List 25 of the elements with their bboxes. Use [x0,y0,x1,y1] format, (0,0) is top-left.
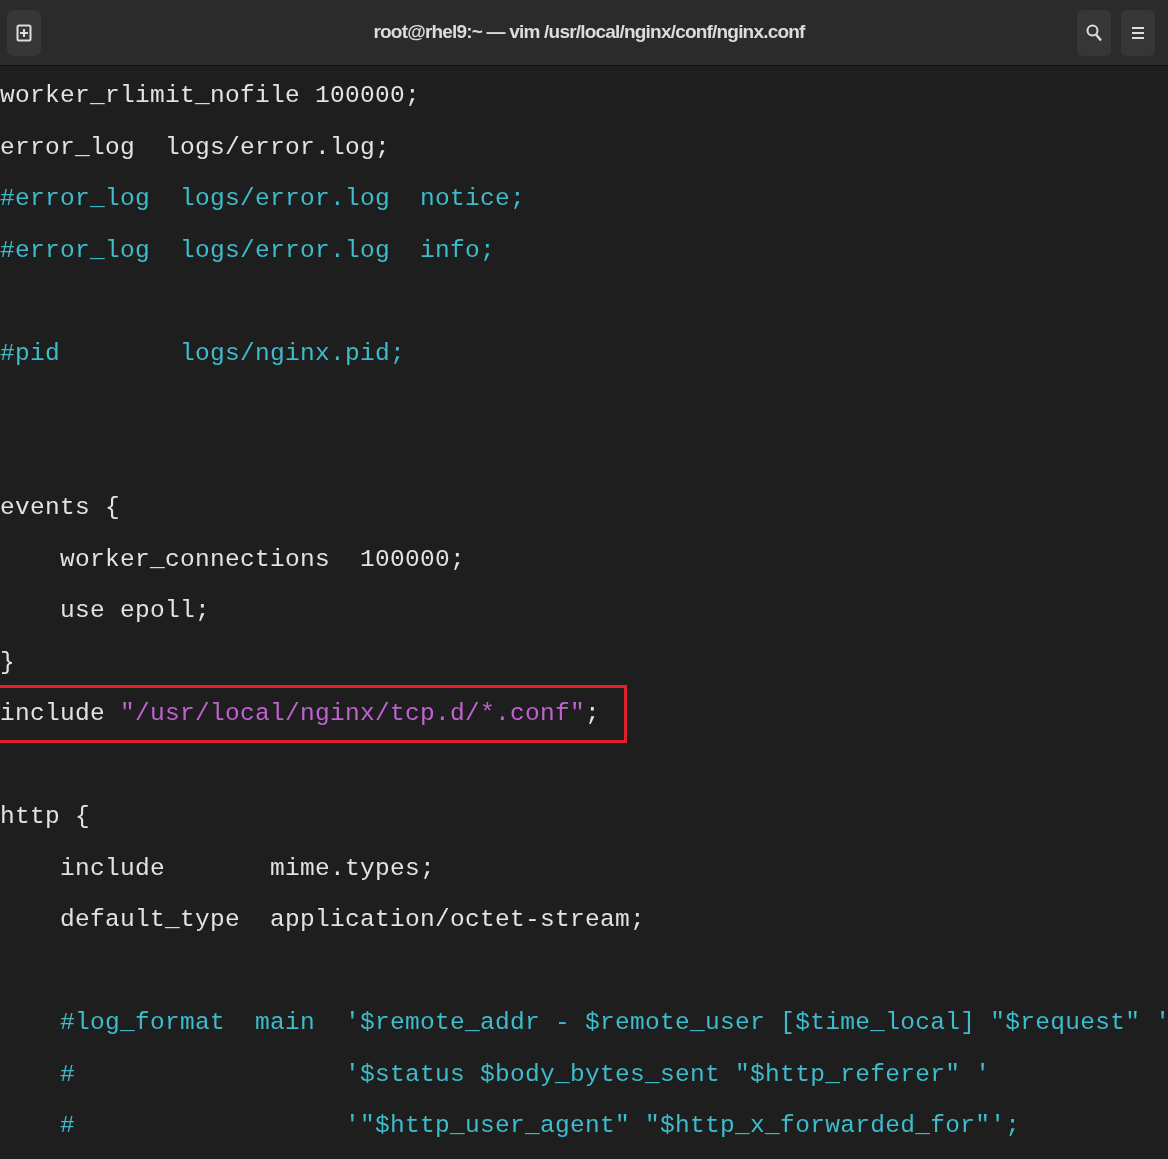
search-button[interactable] [1077,9,1111,56]
code-text: worker_rlimit_nofile 100000; [0,81,421,111]
code-text: use epoll; [59,596,211,626]
code-comment: #error_log logs/error.log info; [0,235,496,266]
code-comment: # '"$http_user_agent" "$http_x_forwarded_for"'; [59,1111,1021,1141]
code-text: worker_connections 100000; [59,544,466,575]
window-title: root@rhel9:~ — vim /usr/local/nginx/conf/nginx.conf [373,20,805,45]
new-tab-button[interactable] [7,9,41,56]
menu-icon [1132,25,1144,40]
code-string: "/usr/local/nginx/tcp.d/*.conf" [120,699,586,729]
code-text: include mime.types; [59,853,436,884]
menu-button[interactable] [1121,9,1155,56]
code-comment: #pid logs/nginx.pid; [0,338,406,369]
code-text: error_log logs/error.log; [0,132,391,163]
code-text: http { [0,802,90,832]
search-icon [1086,23,1102,42]
code-text: default_type application/octet-stream; [59,905,646,935]
code-text: include [0,699,107,729]
code-comment: # '$status $body_bytes_sent "$http_referer" ' [59,1059,991,1090]
code-comment: #error_log logs/error.log notice; [0,184,526,214]
code-text: } [0,647,15,678]
code-text: events { [0,493,121,523]
new-tab-icon [16,23,32,42]
code-text: ; [585,699,601,729]
code-comment: #log_format main '$remote_addr - $remote_user [$time_local] "$request" ' [59,1008,1168,1038]
